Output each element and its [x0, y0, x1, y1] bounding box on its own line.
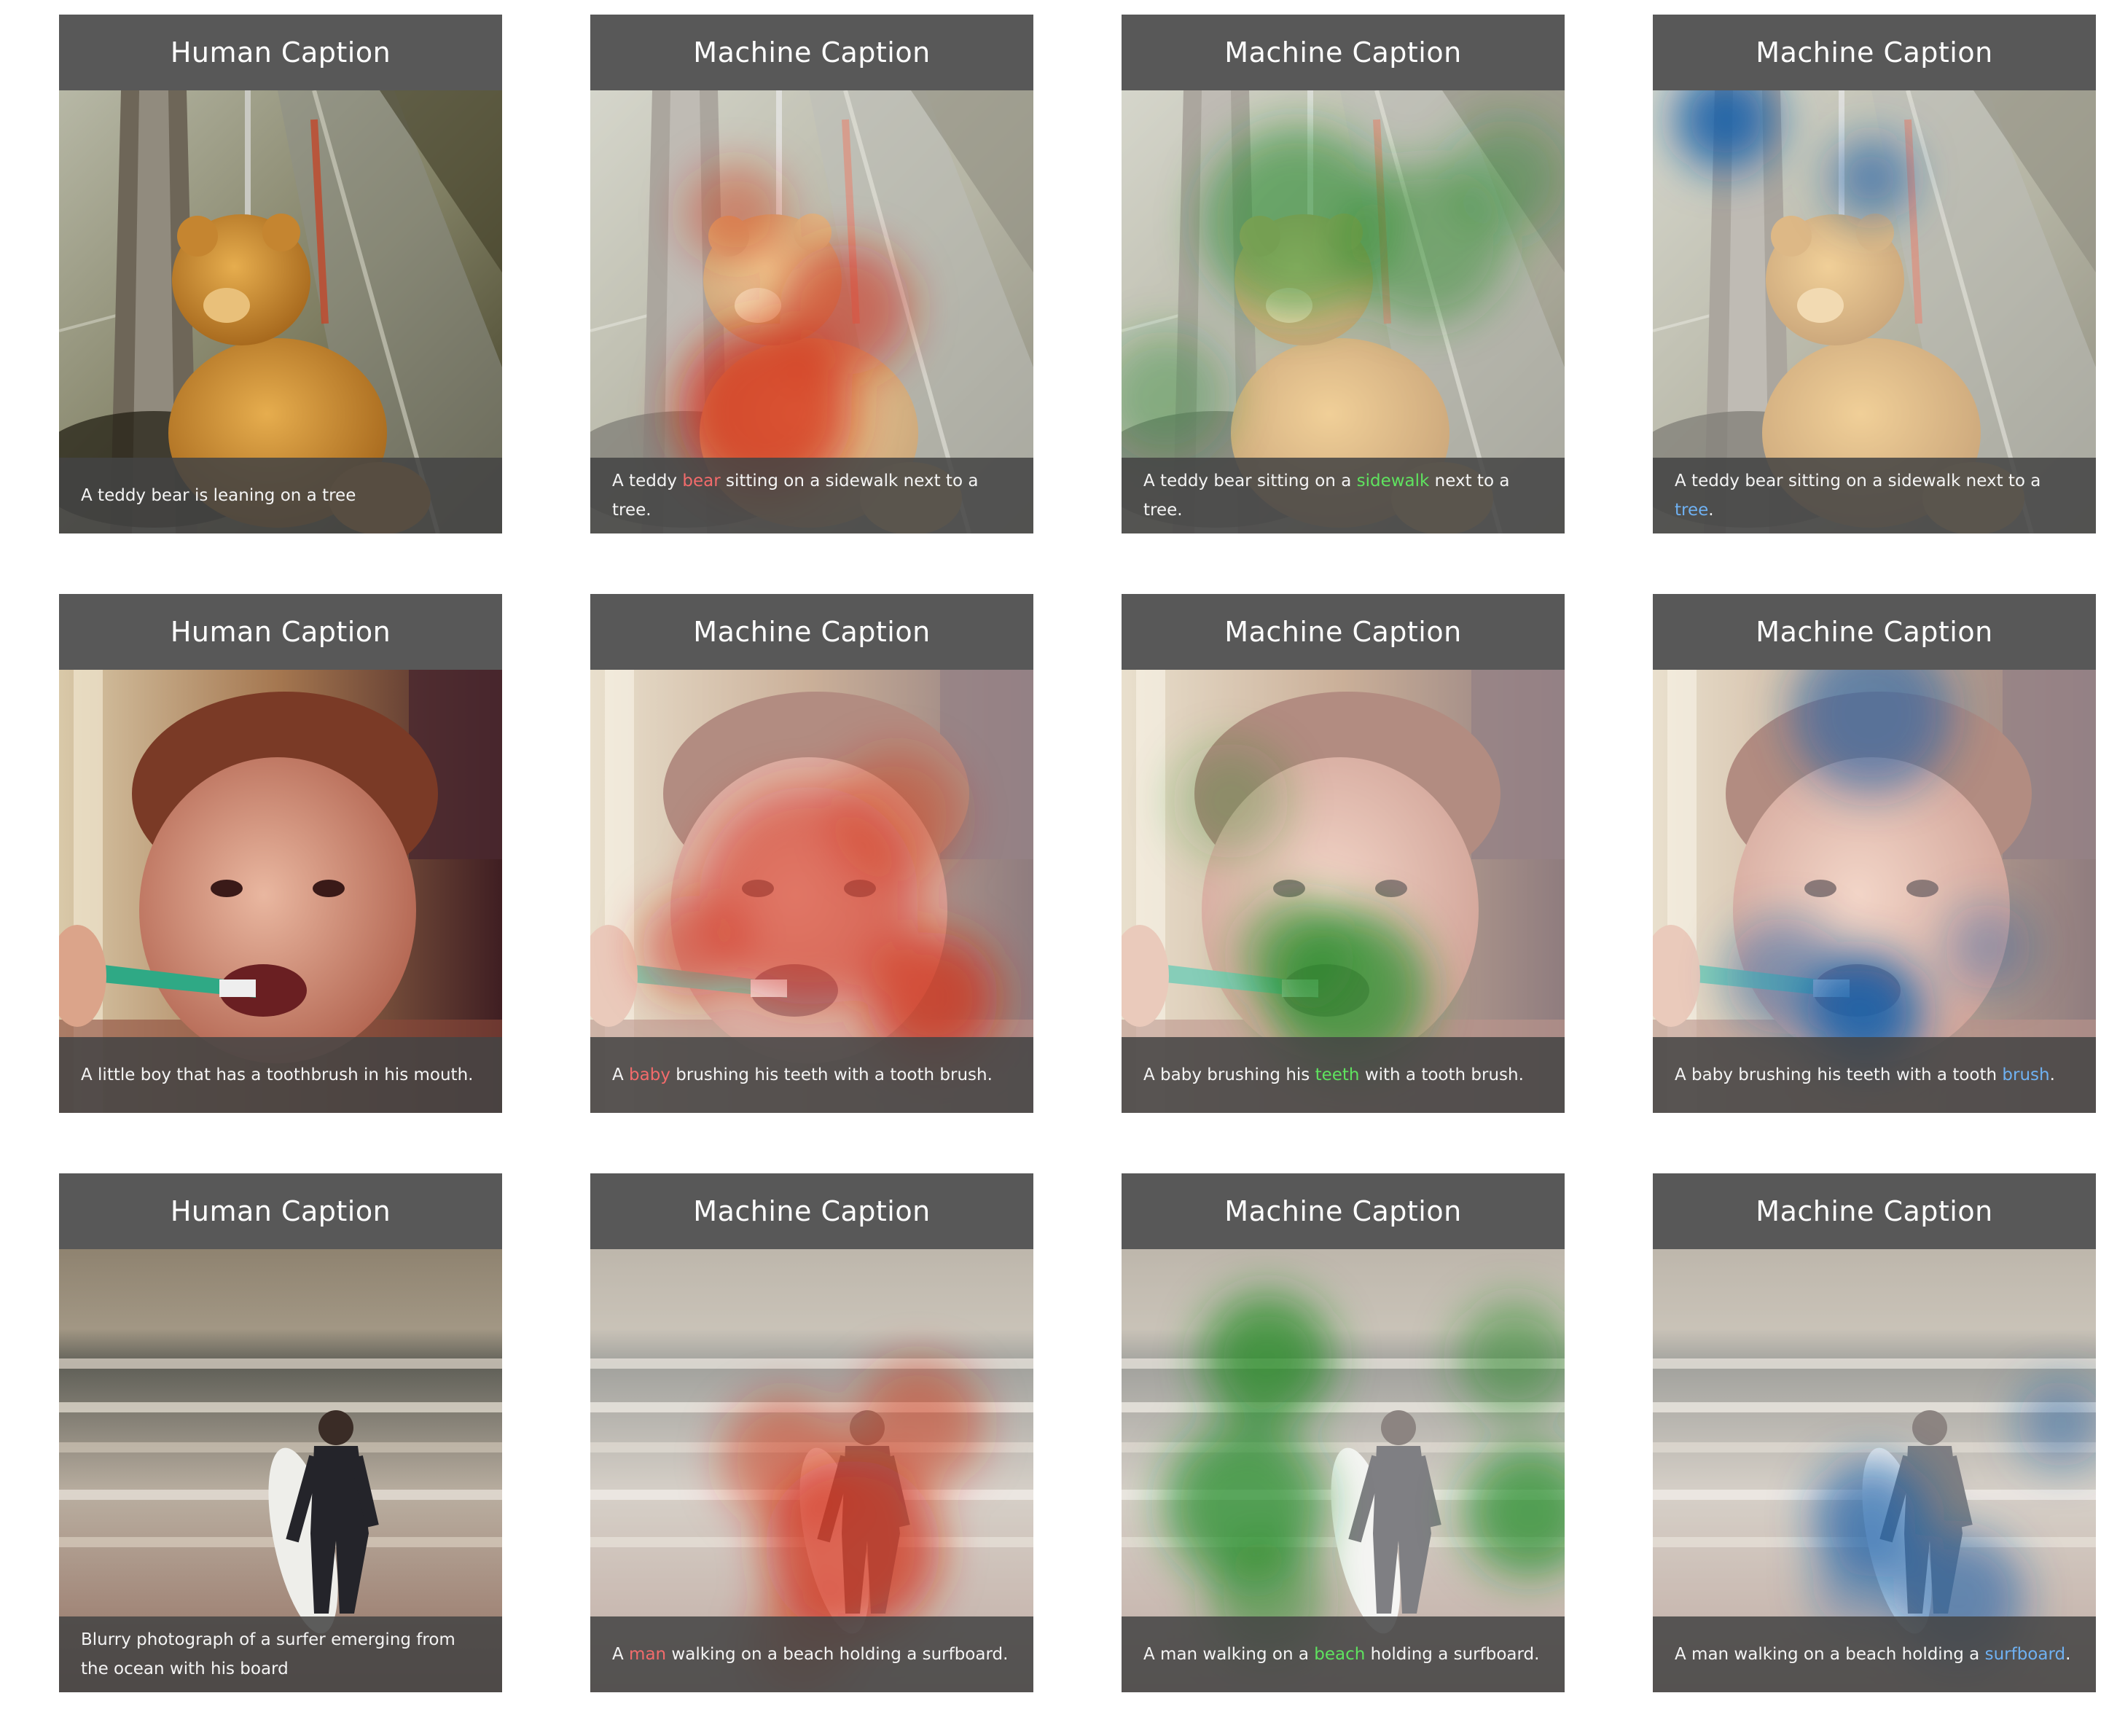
caption-bar: A teddy bear sitting on a sidewalk next …: [1653, 458, 2096, 533]
card-header: Machine Caption: [1653, 15, 2096, 90]
highlighted-word: brush: [2002, 1066, 2050, 1084]
caption-card-child-machine-green: Machine Caption A baby brushing his teeth…: [1122, 594, 1565, 1113]
highlighted-word: tree: [1675, 501, 1709, 520]
caption-card-teddy-machine-blue: Machine Caption A teddy bear sitting on a…: [1653, 15, 2096, 533]
caption-segment: A man walking on a beach holding a: [1675, 1645, 1985, 1664]
caption-segment: A teddy: [612, 472, 683, 490]
caption-bar: A man walking on a beach holding a surfb…: [1122, 1616, 1565, 1692]
caption-text: A man walking on a beach holding a surfb…: [612, 1640, 1008, 1669]
caption-card-surfer-machine-green: Machine Caption A man walking on a beach …: [1122, 1173, 1565, 1692]
caption-bar: A teddy bear sitting on a sidewalk next …: [590, 458, 1033, 533]
caption-segment: Blurry photograph of a surfer emerging f…: [81, 1630, 461, 1678]
card-header: Machine Caption: [590, 594, 1033, 670]
caption-text: A baby brushing his teeth with a tooth b…: [1675, 1060, 2055, 1090]
figure-grid: Human Caption A teddy bear is leaning on …: [0, 0, 2109, 1736]
caption-bar: Blurry photograph of a surfer emerging f…: [59, 1616, 502, 1692]
card-header: Human Caption: [59, 594, 502, 670]
caption-text: A man walking on a beach holding a surfb…: [1143, 1640, 1539, 1669]
caption-card-surfer-machine-blue: Machine Caption A man walking on a beach …: [1653, 1173, 2096, 1692]
caption-segment: A teddy bear is leaning on a tree: [81, 486, 356, 505]
card-header: Machine Caption: [590, 1173, 1033, 1249]
highlighted-word: bear: [682, 472, 721, 490]
highlighted-word: man: [629, 1645, 667, 1664]
card-header: Machine Caption: [1122, 1173, 1565, 1249]
highlighted-word: beach: [1314, 1645, 1366, 1664]
highlighted-word: sidewalk: [1356, 472, 1430, 490]
caption-text: A teddy bear sitting on a sidewalk next …: [612, 466, 1012, 525]
caption-bar: A man walking on a beach holding a surfb…: [590, 1616, 1033, 1692]
caption-segment: .: [2049, 1066, 2055, 1084]
card-header: Human Caption: [59, 15, 502, 90]
caption-card-surfer-machine-red: Machine Caption A man walking on a beach …: [590, 1173, 1033, 1692]
caption-segment: A baby brushing his teeth with a tooth: [1675, 1066, 2003, 1084]
caption-bar: A teddy bear is leaning on a tree: [59, 458, 502, 533]
caption-bar: A teddy bear sitting on a sidewalk next …: [1122, 458, 1565, 533]
caption-text: A teddy bear sitting on a sidewalk next …: [1143, 466, 1543, 525]
caption-segment: A teddy bear sitting on a: [1143, 472, 1357, 490]
card-header: Machine Caption: [1122, 15, 1565, 90]
caption-text: A little boy that has a toothbrush in hi…: [81, 1060, 473, 1090]
caption-text: A teddy bear sitting on a sidewalk next …: [1675, 466, 2074, 525]
caption-card-teddy-machine-green: Machine Caption A teddy bear sitting on a…: [1122, 15, 1565, 533]
caption-segment: walking on a beach holding a surfboard.: [666, 1645, 1009, 1664]
caption-bar: A baby brushing his teeth with a tooth b…: [1653, 1037, 2096, 1113]
caption-text: Blurry photograph of a surfer emerging f…: [81, 1625, 480, 1684]
caption-segment: brushing his teeth with a tooth brush.: [670, 1066, 993, 1084]
caption-segment: A baby brushing his: [1143, 1066, 1315, 1084]
card-header: Machine Caption: [590, 15, 1033, 90]
card-header: Machine Caption: [1653, 594, 2096, 670]
caption-segment: .: [2065, 1645, 2071, 1664]
caption-bar: A little boy that has a toothbrush in hi…: [59, 1037, 502, 1113]
caption-segment: A: [612, 1066, 630, 1084]
caption-text: A man walking on a beach holding a surfb…: [1675, 1640, 2070, 1669]
caption-card-surfer-human: Human Caption Blurry photograph of a surf…: [59, 1173, 502, 1692]
highlighted-word: surfboard: [1984, 1645, 2066, 1664]
caption-card-child-human: Human Caption A little boy that has a too…: [59, 594, 502, 1113]
caption-card-teddy-human: Human Caption A teddy bear is leaning on …: [59, 15, 502, 533]
caption-segment: holding a surfboard.: [1365, 1645, 1540, 1664]
caption-bar: A man walking on a beach holding a surfb…: [1653, 1616, 2096, 1692]
card-header: Machine Caption: [1653, 1173, 2096, 1249]
caption-card-child-machine-red: Machine Caption A baby brushing his teeth…: [590, 594, 1033, 1113]
caption-segment: A man walking on a: [1143, 1645, 1315, 1664]
caption-segment: with a tooth brush.: [1359, 1066, 1524, 1084]
highlighted-word: teeth: [1315, 1066, 1360, 1084]
caption-text: A teddy bear is leaning on a tree: [81, 481, 356, 510]
caption-bar: A baby brushing his teeth with a tooth b…: [1122, 1037, 1565, 1113]
caption-bar: A baby brushing his teeth with a tooth b…: [590, 1037, 1033, 1113]
caption-card-child-machine-blue: Machine Caption A baby brushing his teeth…: [1653, 594, 2096, 1113]
caption-text: A baby brushing his teeth with a tooth b…: [1143, 1060, 1524, 1090]
caption-card-teddy-machine-red: Machine Caption A teddy bear sitting on a…: [590, 15, 1033, 533]
caption-segment: A: [612, 1645, 630, 1664]
caption-text: A baby brushing his teeth with a tooth b…: [612, 1060, 993, 1090]
card-header: Machine Caption: [1122, 594, 1565, 670]
caption-segment: A little boy that has a toothbrush in hi…: [81, 1066, 474, 1084]
caption-segment: .: [1708, 501, 1714, 520]
highlighted-word: baby: [629, 1066, 670, 1084]
card-header: Human Caption: [59, 1173, 502, 1249]
caption-segment: A teddy bear sitting on a sidewalk next …: [1675, 472, 2046, 490]
